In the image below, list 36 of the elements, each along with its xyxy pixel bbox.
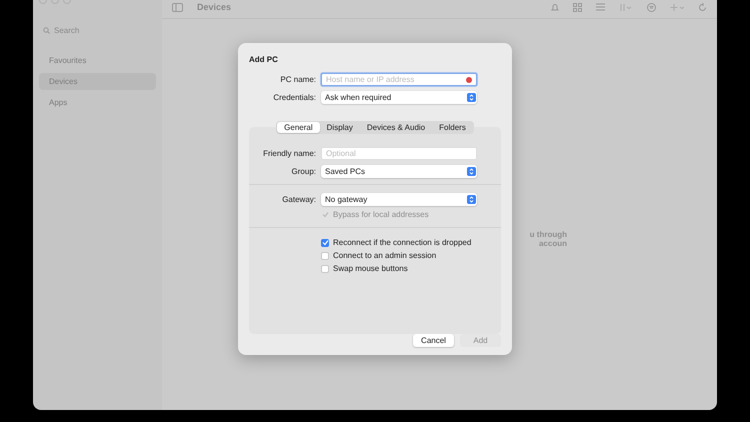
filter-icon[interactable] <box>647 2 656 12</box>
dialog-title: Add PC <box>249 55 279 64</box>
background-text: u through <box>530 230 567 239</box>
background-text: accoun <box>538 239 567 248</box>
grid-icon[interactable] <box>573 2 582 12</box>
field-label: PC name: <box>279 75 316 84</box>
tab[interactable]: Devices & Audio <box>360 122 432 134</box>
stepper-icon <box>467 194 476 204</box>
checkbox-label: Connect to an admin session <box>333 251 436 260</box>
checkbox-label: Bypass for local addresses <box>333 210 429 220</box>
sidebar-toggle-icon[interactable] <box>172 2 183 12</box>
checkbox[interactable] <box>321 264 329 273</box>
field-label: Group: <box>290 166 316 176</box>
stepper-icon <box>467 93 476 102</box>
tab[interactable]: Folders <box>432 122 473 134</box>
select-field[interactable]: Ask when required <box>321 91 477 104</box>
toolbar-title: Devices <box>197 2 232 12</box>
select-field[interactable]: Saved PCs <box>321 164 477 178</box>
cancel-button[interactable]: Cancel <box>413 334 454 347</box>
checkbox-label: Swap mouse buttons <box>333 264 408 274</box>
checkbox[interactable] <box>321 238 329 247</box>
tab[interactable]: General <box>277 122 320 134</box>
bell-icon[interactable] <box>551 2 559 12</box>
field-label: Friendly name: <box>262 148 316 158</box>
stepper-icon <box>467 166 476 176</box>
tab[interactable]: Display <box>320 122 360 134</box>
checkbox[interactable] <box>321 252 329 260</box>
checkbox-label: Reconnect if the connection is dropped <box>333 238 472 248</box>
list-icon[interactable] <box>596 3 605 11</box>
select-field[interactable]: No gateway <box>321 192 477 206</box>
refresh-icon[interactable] <box>698 2 707 12</box>
field-label: Gateway: <box>281 194 316 204</box>
search-icon <box>43 26 50 34</box>
field-label: Credentials: <box>272 93 316 102</box>
sort-icon[interactable] <box>619 2 633 12</box>
add-icon[interactable] <box>670 2 684 12</box>
